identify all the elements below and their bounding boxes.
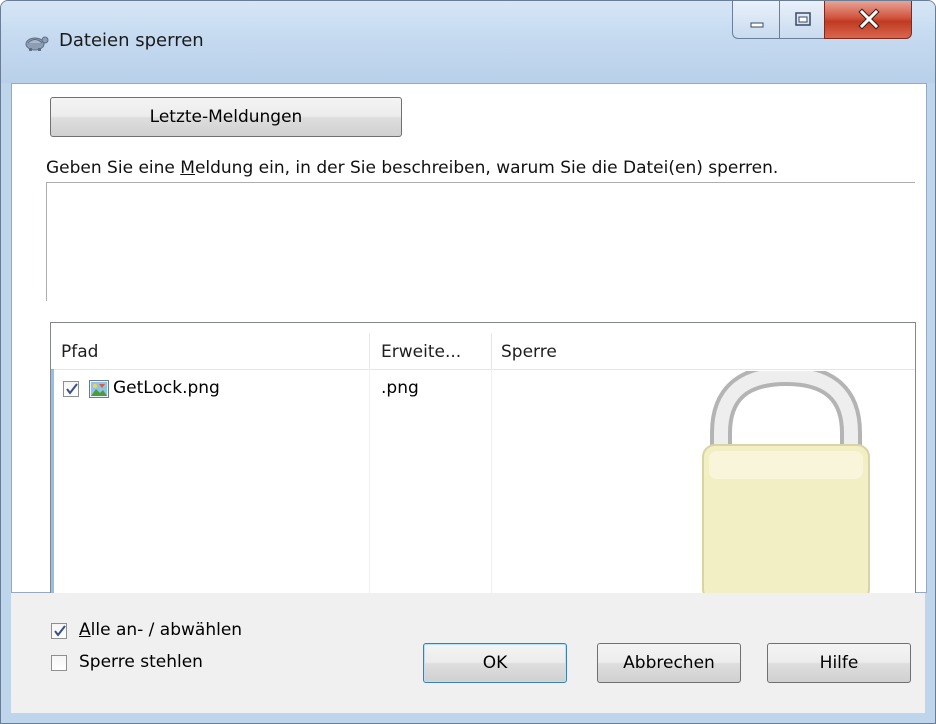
window-title: Dateien sperren — [59, 30, 204, 51]
image-file-icon — [89, 380, 109, 398]
minimize-icon — [750, 22, 764, 28]
minimize-button[interactable] — [732, 1, 780, 39]
ok-label: OK — [482, 653, 508, 673]
list-focus-indicator — [51, 369, 54, 593]
dialog-footer: Alle an- / abwählen Sperre stehlen OK Ab… — [11, 593, 925, 713]
cancel-button[interactable]: Abbrechen — [597, 643, 741, 683]
padlock-watermark-icon — [691, 363, 881, 593]
maximize-button[interactable] — [779, 1, 825, 39]
check-mark-icon — [54, 625, 66, 637]
title-bar[interactable]: Dateien sperren — [1, 1, 935, 83]
cancel-label: Abbrechen — [623, 653, 715, 673]
column-header-lock[interactable]: Sperre — [501, 323, 557, 369]
help-button[interactable]: Hilfe — [767, 643, 911, 683]
select-all-label[interactable]: Alle an- / abwählen — [79, 620, 242, 640]
message-instruction: Geben Sie eine Meldung ein, in der Sie b… — [46, 158, 778, 178]
column-gridline — [369, 369, 370, 593]
file-list[interactable]: Pfad Erweite... Sperre GetLock.png .png — [50, 322, 916, 593]
column-separator[interactable] — [491, 333, 492, 369]
help-label: Hilfe — [819, 653, 859, 673]
recent-messages-label: Letzte-Meldungen — [149, 107, 303, 127]
column-header-path[interactable]: Pfad — [61, 323, 98, 369]
column-header-extension[interactable]: Erweite... — [381, 323, 461, 369]
select-all-text: lle an- / abwählen — [90, 620, 243, 640]
dialog-client-area: Letzte-Meldungen Geben Sie eine Meldung … — [11, 83, 927, 593]
lock-message-input[interactable] — [46, 182, 915, 301]
recent-messages-button[interactable]: Letzte-Meldungen — [50, 97, 402, 137]
column-gridline — [491, 369, 492, 593]
file-list-header: Pfad Erweite... Sperre — [51, 323, 915, 370]
steal-lock-checkbox[interactable] — [51, 655, 67, 671]
tortoise-icon — [23, 31, 49, 53]
row-checkbox[interactable] — [63, 381, 79, 397]
check-mark-icon — [66, 383, 78, 395]
close-button[interactable] — [824, 1, 912, 39]
ok-button[interactable]: OK — [423, 643, 567, 683]
lock-files-dialog: Dateien sperren Letzte-Meldungen Geben S… — [0, 0, 936, 724]
instruction-mnemonic: M — [180, 158, 195, 178]
select-all-mnemonic: A — [79, 620, 91, 640]
column-separator[interactable] — [369, 333, 370, 369]
instruction-text-before: Geben Sie eine — [46, 158, 181, 178]
instruction-text-after: eldung ein, in der Sie beschreiben, waru… — [194, 158, 779, 178]
steal-lock-label[interactable]: Sperre stehlen — [79, 652, 203, 672]
file-extension: .png — [381, 378, 419, 398]
close-icon — [858, 8, 880, 30]
file-path: GetLock.png — [113, 378, 220, 398]
maximize-icon — [795, 12, 811, 26]
select-all-checkbox[interactable] — [51, 623, 67, 639]
